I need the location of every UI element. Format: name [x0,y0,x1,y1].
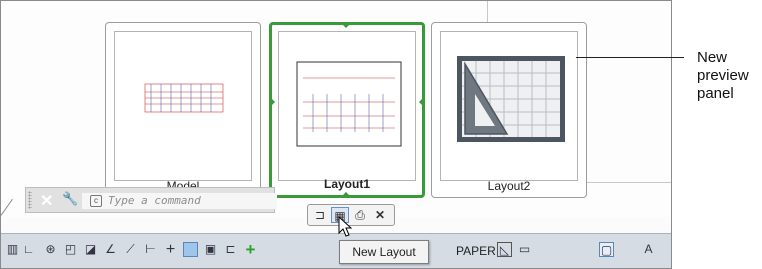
layout2-thumbnail [440,31,578,181]
callout-annotation: New preview panel [697,49,749,103]
tooltip: New Layout [339,240,429,264]
command-icon[interactable]: c [90,195,102,207]
callout-line-1: New [697,49,728,66]
lineweight-icon[interactable]: + [163,242,178,258]
card-label: Layout1 [323,177,370,191]
grip-icon[interactable] [28,191,32,209]
paper-space-toggle[interactable]: PAPER [456,244,496,258]
selection-cycling-icon[interactable]: ⊏ [223,242,238,257]
model-drawing-icon [144,83,224,113]
layout1-drawing-icon [296,61,402,147]
mouse-pointer-icon [338,215,353,237]
left-marker-icon [270,97,275,107]
command-line[interactable]: ✕ 🔧 c Type a command [25,187,277,213]
plus-icon[interactable]: + [243,241,258,258]
angle-icon[interactable]: ∠ [103,242,118,257]
drawing-canvas[interactable]: Model Layout1 Layout2 ✕ 🔧 c Type a comma… [1,1,671,226]
pin-icon[interactable]: ⊐ [311,207,329,223]
blank-layout-icon [457,56,565,142]
card-label: Layout2 [487,179,531,193]
osnap-icon[interactable]: ◰ [63,242,78,257]
quick-properties-icon[interactable]: ▣ [203,242,218,257]
grid-display-icon[interactable]: ▥ [5,242,20,257]
ducs-icon[interactable]: ⟋ [123,242,138,257]
callout-line-3: panel [697,85,734,102]
callout-line-2: preview [697,67,749,84]
layout1-thumbnail [278,31,416,181]
preview-card-layout1[interactable]: Layout1 [269,22,425,198]
callout-leader-line [576,57,684,58]
preview-card-model[interactable]: Model [105,22,261,198]
close-icon[interactable]: ✕ [371,207,389,223]
annotation-scale-icon[interactable]: A [641,242,656,257]
command-placeholder: Type a command [108,194,201,207]
3d-osnap-icon[interactable]: ◪ [83,242,98,257]
ucs-axis-line [1,198,13,216]
polar-icon[interactable]: ⊛ [43,242,58,257]
preview-card-layout2[interactable]: Layout2 [431,22,587,198]
transparency-icon[interactable] [183,242,198,257]
bottom-marker-icon [341,192,351,197]
quick-view-icon[interactable]: ▭ [517,242,532,257]
dyn-icon[interactable]: ⊢ [143,242,158,257]
autocad-window: Model Layout1 Layout2 ✕ 🔧 c Type a comma… [0,0,672,269]
model-thumbnail [114,31,252,181]
maximize-viewport-icon[interactable]: ◺ [497,242,512,257]
close-icon[interactable]: ✕ [40,191,53,211]
right-marker-icon [419,97,424,107]
wrench-icon[interactable]: 🔧 [62,191,78,207]
ortho-icon[interactable]: ∟ [21,242,36,257]
top-marker-icon [341,23,351,28]
workspace-icon[interactable]: ▢ [599,242,614,257]
command-input[interactable]: c Type a command [82,193,277,209]
